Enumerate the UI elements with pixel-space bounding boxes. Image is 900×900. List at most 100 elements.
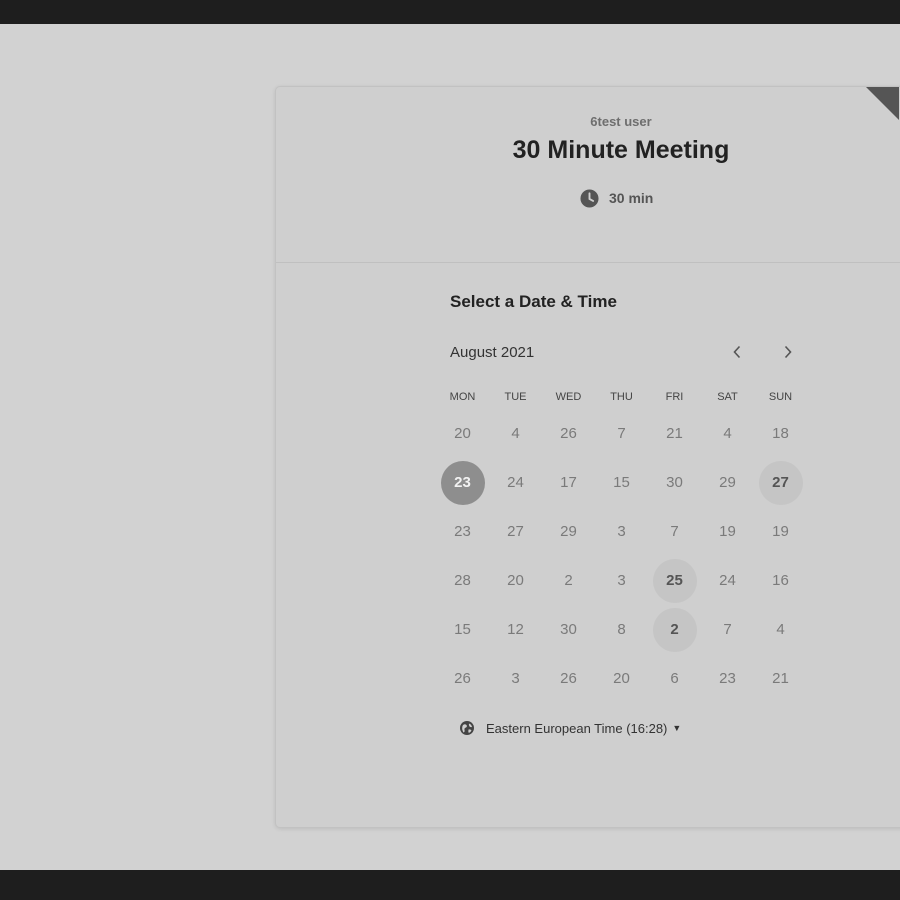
calendar-cell: 23 xyxy=(436,507,489,556)
chevron-left-icon xyxy=(733,345,741,359)
day-unavailable: 24 xyxy=(507,474,524,491)
calendar-cell: 2 xyxy=(542,556,595,605)
browser-bottom-bar xyxy=(0,870,900,900)
day-unavailable: 20 xyxy=(454,425,471,442)
calendar-cell: 4 xyxy=(489,409,542,458)
calendar-cell: 7 xyxy=(595,409,648,458)
day-unavailable: 19 xyxy=(772,523,789,540)
day-unavailable: 23 xyxy=(454,523,471,540)
day-unavailable: 27 xyxy=(507,523,524,540)
calendar-cell: 30 xyxy=(542,605,595,654)
day-unavailable: 28 xyxy=(454,572,471,589)
day-unavailable: 19 xyxy=(719,523,736,540)
day-unavailable: 20 xyxy=(613,670,630,687)
next-month-button[interactable] xyxy=(775,339,801,365)
calendar-cell: 16 xyxy=(754,556,807,605)
calendar-cell: 24 xyxy=(489,458,542,507)
calendar-cell: 4 xyxy=(701,409,754,458)
day-available[interactable]: 25 xyxy=(652,558,697,603)
day-unavailable: 12 xyxy=(507,621,524,638)
event-owner: 6test user xyxy=(590,114,652,129)
calendar-cell: 30 xyxy=(648,458,701,507)
day-unavailable: 24 xyxy=(719,572,736,589)
calendar-cell: 6 xyxy=(648,654,701,703)
day-unavailable: 3 xyxy=(617,572,626,589)
day-unavailable: 30 xyxy=(560,621,577,638)
day-unavailable: 4 xyxy=(723,425,732,442)
timezone-label: Eastern European Time (16:28) xyxy=(486,720,668,736)
calendar-cell: 8 xyxy=(595,605,648,654)
day-available[interactable]: 27 xyxy=(758,460,803,505)
day-unavailable: 6 xyxy=(670,670,679,687)
calendar-cell: 21 xyxy=(754,654,807,703)
day-unavailable: 30 xyxy=(666,474,683,491)
calendar-cell: 3 xyxy=(595,507,648,556)
day-unavailable: 8 xyxy=(617,621,626,638)
day-unavailable: 3 xyxy=(617,523,626,540)
previous-month-button[interactable] xyxy=(724,339,750,365)
calendar-cell: 29 xyxy=(701,458,754,507)
calendar-grid: 20 4 26 7 21 4 18 23 24 17 15 30 29 27 23 27 29 3 7 19 19 28 2… xyxy=(436,409,806,703)
globe-icon xyxy=(460,721,474,735)
day-available[interactable]: 2 xyxy=(652,607,697,652)
page-viewport: 6test user 30 Minute Meeting 30 min Sele… xyxy=(0,24,900,870)
calendar-cell: 20 xyxy=(436,409,489,458)
calendar-cell: 7 xyxy=(648,507,701,556)
day-unavailable: 23 xyxy=(719,670,736,687)
weekday-label: SUN xyxy=(768,391,793,403)
day-unavailable: 3 xyxy=(511,670,520,687)
calendar-cell: 23 xyxy=(701,654,754,703)
calendar-cell: 27 xyxy=(489,507,542,556)
day-unavailable: 16 xyxy=(772,572,789,589)
calendar-cell: 26 xyxy=(542,409,595,458)
calendar-cell: 3 xyxy=(595,556,648,605)
day-unavailable: 29 xyxy=(560,523,577,540)
calendar-cell: 26 xyxy=(542,654,595,703)
browser-top-bar xyxy=(0,0,900,24)
day-selected[interactable]: 23 xyxy=(440,460,485,505)
calendar-cell: 19 xyxy=(701,507,754,556)
calendar-cell: 27 xyxy=(754,458,807,507)
weekday-label: TUE xyxy=(504,391,527,403)
calendar-cell: 7 xyxy=(701,605,754,654)
caret-down-icon: ▼ xyxy=(672,723,682,733)
calendar-cell: 20 xyxy=(489,556,542,605)
clock-icon xyxy=(580,188,599,208)
weekday-label: MON xyxy=(449,391,476,403)
calendar-cell: 15 xyxy=(595,458,648,507)
calendar-cell: 23 xyxy=(436,458,489,507)
weekday-label: FRI xyxy=(665,391,684,403)
calendar-cell: 18 xyxy=(754,409,807,458)
day-unavailable: 29 xyxy=(719,474,736,491)
day-unavailable: 26 xyxy=(560,670,577,687)
calendar-cell: 4 xyxy=(754,605,807,654)
calendar-cell: 25 xyxy=(648,556,701,605)
day-unavailable: 2 xyxy=(564,572,573,589)
day-unavailable: 21 xyxy=(772,670,789,687)
day-unavailable: 4 xyxy=(776,621,785,638)
event-header: 6test user 30 Minute Meeting 30 min xyxy=(276,87,900,263)
day-unavailable: 15 xyxy=(613,474,630,491)
month-label: August 2021 xyxy=(450,344,535,361)
weekday-header-row: MON TUE WED THU FRI SAT SUN xyxy=(436,391,806,403)
select-date-heading: Select a Date & Time xyxy=(450,292,617,311)
event-title: 30 Minute Meeting xyxy=(512,136,730,164)
day-unavailable: 17 xyxy=(560,474,577,491)
day-unavailable: 26 xyxy=(454,670,471,687)
day-unavailable: 18 xyxy=(772,425,789,442)
calendar-cell: 24 xyxy=(701,556,754,605)
weekday-label: SAT xyxy=(717,391,738,403)
calendar-cell: 17 xyxy=(542,458,595,507)
day-unavailable: 7 xyxy=(617,425,626,442)
day-unavailable: 20 xyxy=(507,572,524,589)
day-unavailable: 4 xyxy=(511,425,520,442)
calendar-cell: 2 xyxy=(648,605,701,654)
calendar-cell: 19 xyxy=(754,507,807,556)
calendar-cell: 3 xyxy=(489,654,542,703)
timezone-selector[interactable]: Eastern European Time (16:28) ▼ xyxy=(459,718,681,738)
calendar-cell: 28 xyxy=(436,556,489,605)
weekday-label: WED xyxy=(555,391,582,403)
event-duration-label: 30 min xyxy=(609,190,654,206)
day-unavailable: 7 xyxy=(670,523,679,540)
calendar-cell: 12 xyxy=(489,605,542,654)
